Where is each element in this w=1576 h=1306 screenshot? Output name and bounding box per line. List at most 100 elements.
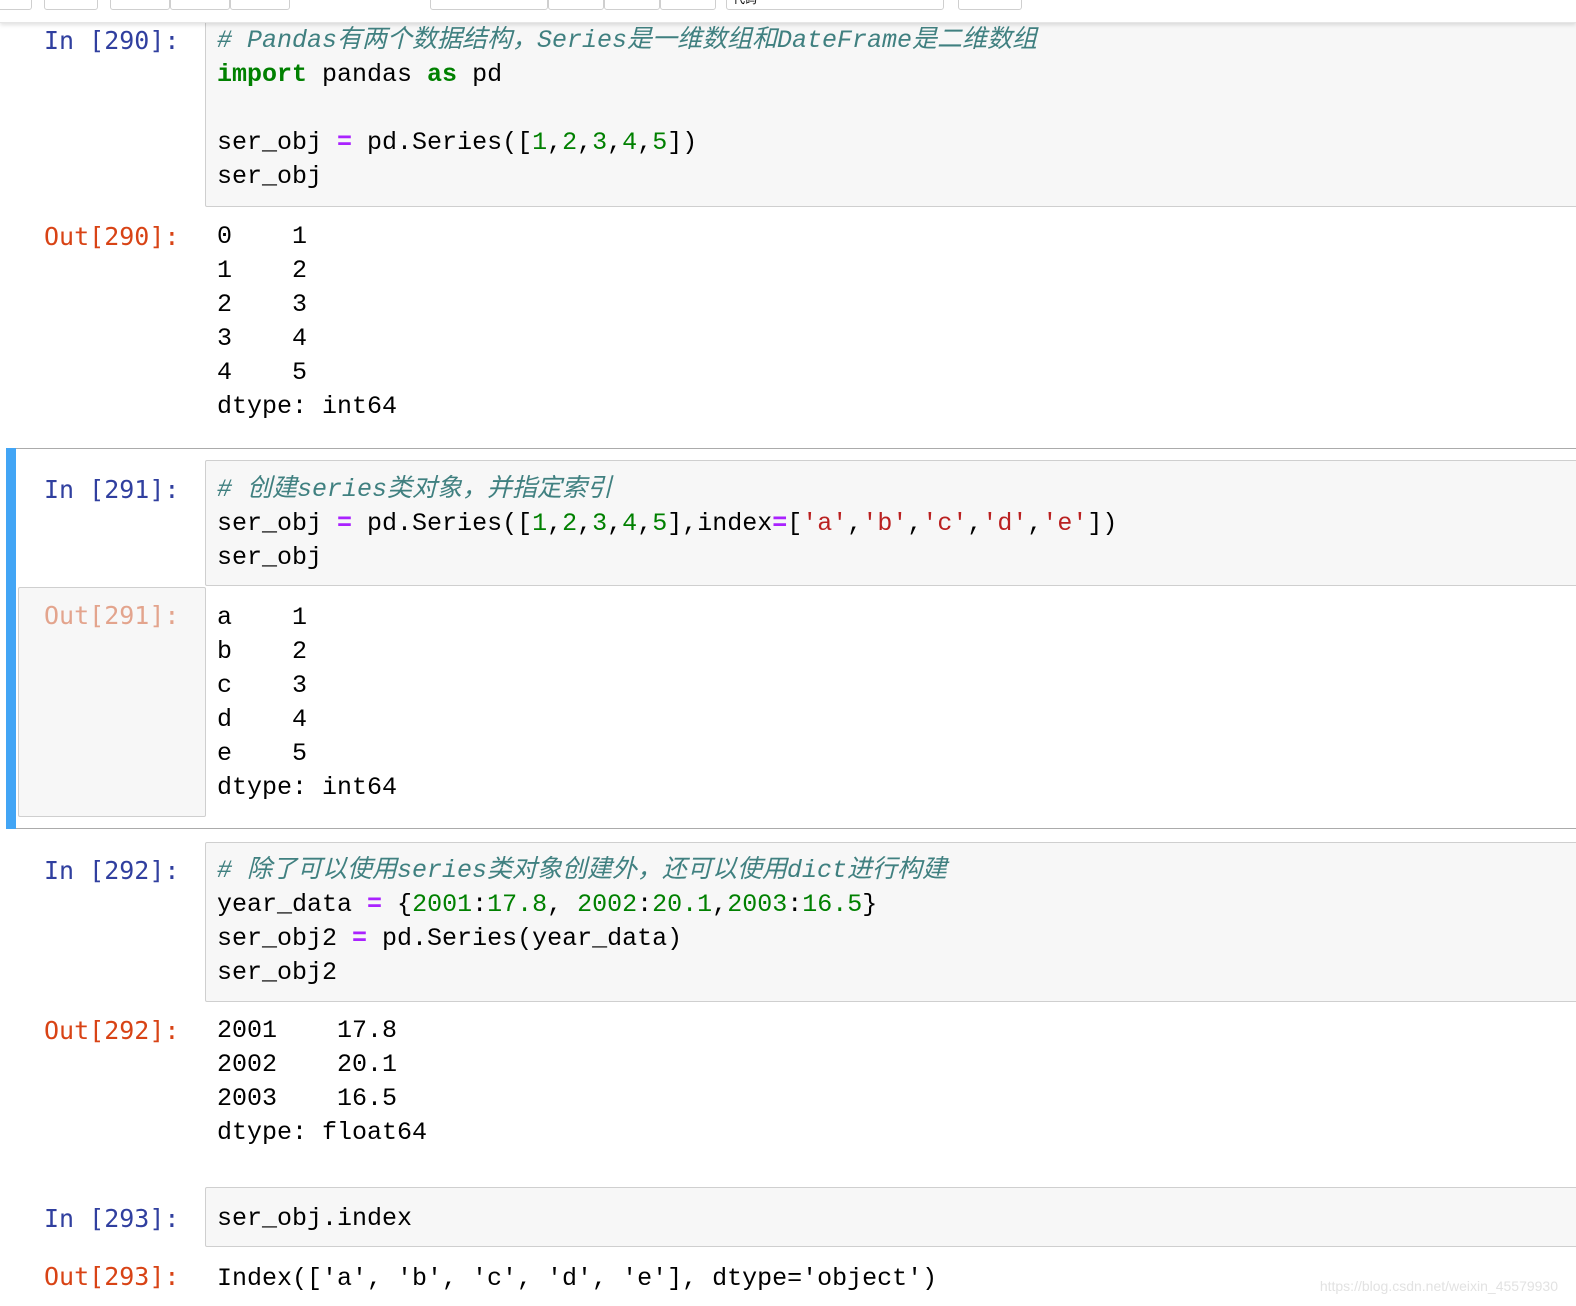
output-line: 3 4: [217, 324, 308, 353]
output-line: 4 5: [217, 358, 308, 387]
code-token: ]): [667, 128, 698, 157]
code-line[interactable]: [217, 92, 1037, 126]
code-token: 2: [562, 509, 578, 538]
code-token: ,: [607, 128, 623, 157]
toolbar-button[interactable]: [230, 0, 290, 10]
code-line[interactable]: ser_obj: [217, 160, 1037, 194]
code-token: ser_obj: [217, 509, 338, 538]
output-prompt: Out[290]:: [44, 222, 180, 251]
code-token: 2: [562, 128, 578, 157]
output-line: c 3: [217, 671, 308, 700]
code-token: 16.5: [802, 890, 863, 919]
toolbar-button[interactable]: [430, 0, 548, 10]
code-token: [: [787, 509, 803, 538]
output-text: 0 1 1 2 2 3 3 4 4 5 dtype: int64: [217, 220, 397, 424]
code-editor[interactable]: # 除了可以使用series类对象创建外，还可以使用dict进行构建 year_d…: [217, 854, 947, 990]
output-line: d 4: [217, 705, 308, 734]
code-token: ,: [712, 890, 728, 919]
toolbar-button[interactable]: [604, 0, 660, 10]
code-token: ,: [547, 509, 563, 538]
code-token: 'a': [802, 509, 848, 538]
code-token: :: [637, 890, 653, 919]
code-line[interactable]: # Pandas有两个数据结构，Series是一维数组和DateFrame是二维…: [217, 24, 1037, 58]
code-line[interactable]: # 创建series类对象，并指定索引: [217, 473, 1117, 507]
input-prompt: In [292]:: [44, 856, 180, 885]
code-editor[interactable]: ser_obj.index: [217, 1202, 412, 1236]
code-token: =: [367, 890, 383, 919]
code-token: ,: [637, 509, 653, 538]
code-token: =: [337, 509, 353, 538]
input-prompt: In [293]:: [44, 1204, 180, 1233]
code-token: }: [862, 890, 878, 919]
code-token: ser_obj2: [217, 924, 353, 953]
code-line[interactable]: ser_obj: [217, 541, 1117, 575]
code-token: 4: [622, 128, 638, 157]
code-token: ]): [1087, 509, 1118, 538]
code-token: ,: [547, 128, 563, 157]
code-token: ,: [1027, 509, 1043, 538]
toolbar-button[interactable]: [958, 0, 1022, 10]
code-comment: # Pandas有两个数据结构，Series是一维数组和DateFrame是二维…: [217, 26, 1038, 55]
notebook-toolbar: 代码: [0, 0, 1576, 23]
toolbar-button[interactable]: [110, 0, 170, 10]
code-token: 2003: [727, 890, 788, 919]
code-token: 3: [592, 128, 608, 157]
code-token: ,: [577, 509, 593, 538]
toolbar-button[interactable]: [548, 0, 604, 10]
code-token: 17.8: [487, 890, 548, 919]
output-prompt: Out[291]:: [44, 601, 180, 630]
code-token: ser_obj: [217, 162, 323, 191]
code-editor[interactable]: # Pandas有两个数据结构，Series是一维数组和DateFrame是二维…: [217, 24, 1037, 194]
code-comment: # 创建series类对象，并指定索引: [217, 475, 613, 504]
output-line: 2002 20.1: [217, 1050, 398, 1079]
toolbar-button[interactable]: [170, 0, 230, 10]
code-token: ser_obj.index: [217, 1204, 413, 1233]
code-token: ser_obj: [217, 543, 323, 572]
output-line: b 2: [217, 637, 308, 666]
code-line[interactable]: ser_obj = pd.Series([1,2,3,4,5],index=['…: [217, 507, 1117, 541]
code-token: 'd': [982, 509, 1028, 538]
code-token: 4: [622, 509, 638, 538]
output-prompt: Out[293]:: [44, 1262, 180, 1291]
toolbar-button[interactable]: [0, 0, 32, 10]
code-token: 1: [532, 128, 548, 157]
input-prompt: In [290]:: [44, 26, 180, 55]
code-token: pd.Series(year_data): [367, 924, 683, 953]
output-prompt: Out[292]:: [44, 1016, 180, 1045]
cell-type-select[interactable]: 代码: [726, 0, 944, 10]
output-line: 1 2: [217, 256, 308, 285]
code-token: ,: [607, 509, 623, 538]
code-comment: # 除了可以使用series类对象创建外，还可以使用dict进行构建: [217, 856, 948, 885]
code-token: ,: [547, 890, 578, 919]
cell-selection-bar: [6, 448, 16, 829]
output-line: 2 3: [217, 290, 308, 319]
notebook-cell-selected[interactable]: In [291]: # 创建series类对象，并指定索引 ser_obj = p…: [0, 448, 1576, 829]
output-text: a 1 b 2 c 3 d 4 e 5 dtype: int64: [217, 601, 397, 805]
code-editor[interactable]: # 创建series类对象，并指定索引 ser_obj = pd.Series([…: [217, 473, 1117, 575]
notebook-cell[interactable]: In [290]: # Pandas有两个数据结构，Series是一维数组和Da…: [0, 0, 1576, 445]
code-token: 3: [592, 509, 608, 538]
toolbar-button[interactable]: [44, 0, 98, 10]
code-token: 1: [532, 509, 548, 538]
output-line: a 1: [217, 603, 308, 632]
output-line: dtype: int64: [217, 392, 398, 421]
code-token: pd: [457, 60, 503, 89]
code-token: 'b': [862, 509, 908, 538]
notebook-cell[interactable]: In [292]: # 除了可以使用series类对象创建外，还可以使用dict…: [0, 830, 1576, 1170]
code-line[interactable]: ser_obj.index: [217, 1202, 412, 1236]
code-token: ,: [637, 128, 653, 157]
code-line[interactable]: import pandas as pd: [217, 58, 1037, 92]
code-line[interactable]: ser_obj = pd.Series([1,2,3,4,5]): [217, 126, 1037, 160]
code-line[interactable]: ser_obj2 = pd.Series(year_data): [217, 922, 947, 956]
code-token: pd.Series([: [352, 509, 533, 538]
output-line: 2001 17.8: [217, 1016, 398, 1045]
watermark: https://blog.csdn.net/weixin_45579930: [1319, 1278, 1558, 1294]
code-line[interactable]: ser_obj2: [217, 956, 947, 990]
code-token: :: [787, 890, 803, 919]
code-token: 5: [652, 509, 668, 538]
code-line[interactable]: year_data = {2001:17.8, 2002:20.1,2003:1…: [217, 888, 947, 922]
code-line[interactable]: # 除了可以使用series类对象创建外，还可以使用dict进行构建: [217, 854, 947, 888]
code-token: pandas: [307, 60, 428, 89]
output-text: Index(['a', 'b', 'c', 'd', 'e'], dtype='…: [217, 1262, 937, 1296]
toolbar-button[interactable]: [660, 0, 716, 10]
